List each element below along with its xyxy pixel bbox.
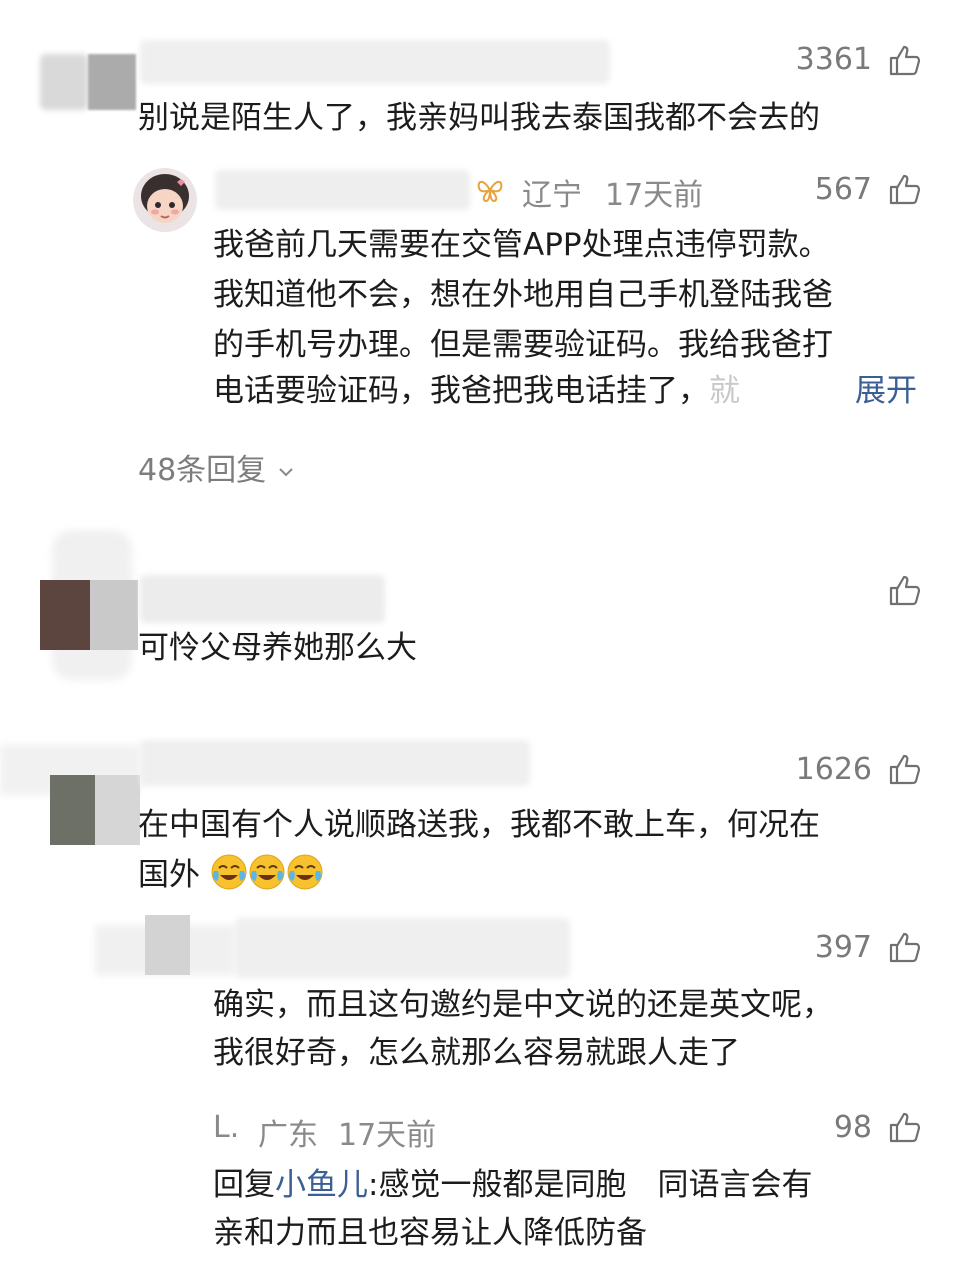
thumbs-up-icon[interactable] (888, 1110, 922, 1144)
like-count: 567 (814, 172, 872, 207)
reply-line-3: 的手机号办理。但是需要验证码。我给我爸打 (213, 327, 833, 363)
crying-laughing-emoji-icon (211, 854, 247, 890)
reply-count-link[interactable]: 48条回复 (138, 445, 296, 489)
reply-to-username[interactable]: 小鱼儿 (275, 1167, 368, 1203)
thumbs-up-icon[interactable] (888, 752, 922, 786)
thumbs-up-icon[interactable] (888, 43, 922, 77)
comment-text: 别说是陌生人了，我亲妈叫我去泰国我都不会去的 (138, 100, 820, 136)
reply-line-1: 确实，而且这句邀约是中文说的还是英文呢， (213, 987, 833, 1023)
like-count: 3361 (795, 42, 872, 77)
thumbs-up-icon[interactable] (888, 930, 922, 964)
comment-text-line-2: 国外 (138, 850, 324, 900)
reply-line-1: 我爸前几天需要在交管APP处理点违停罚款。 (213, 227, 830, 263)
username-blurred[interactable] (140, 575, 385, 623)
username-blurred[interactable] (140, 740, 530, 786)
crying-laughing-emoji-icon (287, 854, 323, 890)
cartoon-girl-avatar-icon (141, 174, 189, 223)
like-count: 1626 (795, 752, 872, 787)
thumbs-up-icon[interactable] (888, 573, 922, 607)
reply-location: 辽宁 (522, 178, 582, 213)
chevron-down-icon (279, 468, 293, 477)
reply-line-4: 电话要验证码，我爸把我电话挂了，就 (213, 366, 740, 416)
username-blurred[interactable] (140, 40, 610, 84)
reply-line-1-rest: :感觉一般都是同胞 同语言会有 (368, 1167, 813, 1203)
avatar-blurred[interactable] (40, 530, 140, 680)
faded-tail: 就 (709, 373, 740, 409)
reply-line-2: 我很好奇，怎么就那么容易就跟人走了 (213, 1035, 740, 1071)
like-count: 98 (833, 1110, 872, 1145)
reply-line-2: 亲和力而且也容易让人降低防备 (213, 1215, 647, 1251)
comment-text: 可怜父母养她那么大 (138, 630, 417, 666)
reply-time: 17天前 (338, 1118, 437, 1153)
reply-line-4-text: 电话要验证码，我爸把我电话挂了， (213, 373, 709, 409)
expand-link[interactable]: 展开 (855, 366, 917, 416)
reply-time: 17天前 (605, 178, 704, 213)
reply-line-2: 我知道他不会，想在外地用自己手机登陆我爸 (213, 277, 833, 313)
avatar-blurred[interactable] (40, 40, 136, 110)
avatar[interactable] (133, 168, 197, 232)
butterfly-badge-icon (477, 180, 503, 203)
thumbs-up-icon[interactable] (888, 172, 922, 206)
username-blurred[interactable] (215, 170, 470, 210)
reply-prefix: 回复 (213, 1167, 275, 1203)
username-blurred[interactable] (235, 918, 570, 978)
reply-author[interactable]: L. (213, 1110, 239, 1145)
comment-text-line-1: 在中国有个人说顺路送我，我都不敢上车，何况在 (138, 807, 820, 843)
reply-location: 广东 (258, 1118, 318, 1153)
crying-laughing-emoji-icon (249, 854, 285, 890)
comment-text-line-2-text: 国外 (138, 857, 200, 893)
reply-line-1: 回复小鱼儿:感觉一般都是同胞 同语言会有 (213, 1160, 812, 1210)
avatar-blurred[interactable] (0, 725, 140, 845)
reply-count-label: 48条回复 (138, 453, 267, 488)
like-count: 397 (814, 930, 872, 965)
